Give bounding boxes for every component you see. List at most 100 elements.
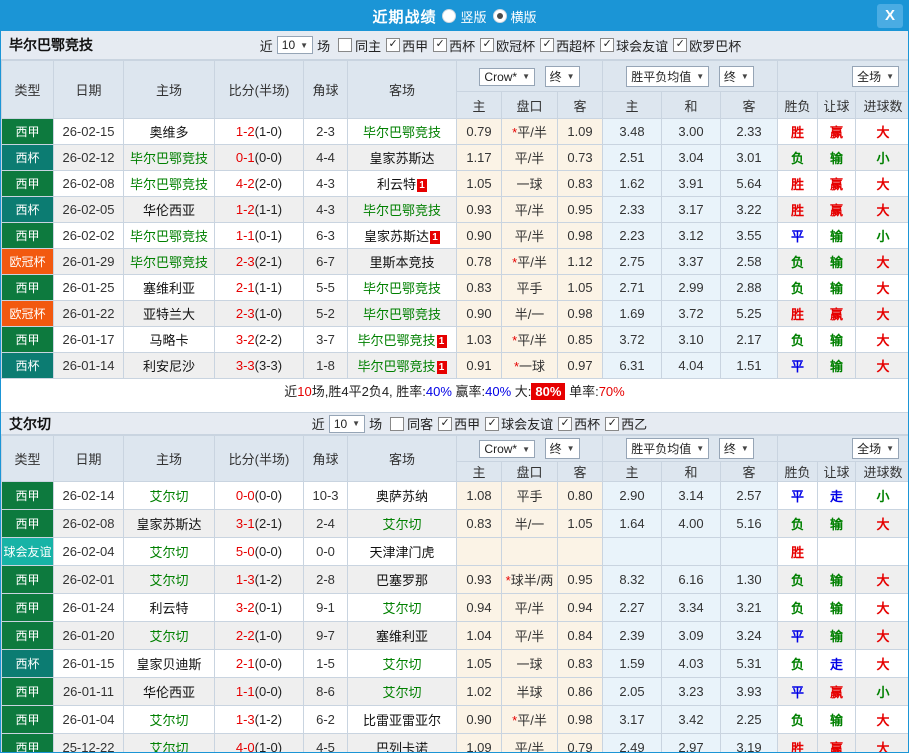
halftime-score: (1-1) <box>254 202 283 217</box>
league-filter-checkbox[interactable]: ✓ <box>480 38 495 52</box>
chevron-down-icon: ▼ <box>566 71 575 81</box>
goals-result-cell: 大 <box>855 593 908 622</box>
mean-away-cell: 3.55 <box>719 222 779 249</box>
near-label: 近 <box>259 38 273 54</box>
mean-home-cell: 3.48 <box>602 118 662 145</box>
home-team-cell: 华伦西亚 <box>123 677 215 706</box>
date-cell: 26-02-05 <box>53 196 124 223</box>
league-filter-checkbox[interactable]: ✓ <box>433 38 448 52</box>
date-cell: 26-01-11 <box>53 677 124 706</box>
team-section-header: 毕尔巴鄂竞技 近 10 ▼ 场 同主 ✓ 西甲 ✓ 西杯 ✓ 欧冠杯 ✓ 西超杯 ✓ 球会友谊 ✓ 欧罗… <box>1 31 908 60</box>
goals-result-cell: 小 <box>855 144 908 171</box>
away-team-name: 毕尔巴鄂竞技 <box>362 125 441 140</box>
horizontal-layout-radio[interactable] <box>492 9 507 23</box>
away-odds-cell: 1.12 <box>557 248 603 275</box>
match-count-select[interactable]: 10 ▼ <box>328 414 366 433</box>
away-team-name: 巴列卡诺 <box>375 741 428 753</box>
vertical-layout-label[interactable]: 竖版 <box>460 7 486 26</box>
league-cell: 西甲 <box>1 481 54 510</box>
home-odds-cell: 0.78 <box>456 248 502 275</box>
league-filter-checkbox[interactable]: ✓ <box>605 416 620 431</box>
handicap-result-cell: 赢 <box>817 170 857 197</box>
away-team-cell: 里斯本竞技 <box>347 248 457 275</box>
league-filter-checkbox[interactable]: ✓ <box>485 416 500 431</box>
odds-company-select[interactable]: Crow* ▼ <box>479 67 536 86</box>
team-name: 毕尔巴鄂竞技 <box>9 37 93 53</box>
league-filter-checkbox[interactable]: ✓ <box>386 38 401 52</box>
league-cell: 西杯 <box>1 649 54 678</box>
scope-select[interactable]: 全场 ▼ <box>852 438 900 459</box>
halftime-score: (0-0) <box>254 684 283 699</box>
date-cell: 26-01-24 <box>53 593 124 622</box>
home-team-name: 利云特 <box>149 601 189 616</box>
league-cell: 西甲 <box>1 565 54 594</box>
odds-dropdown-cell: Crow* ▼ 终 ▼ <box>456 60 603 92</box>
home-team-cell: 毕尔巴鄂竞技 <box>123 248 215 275</box>
league-filter-checkbox[interactable]: ✓ <box>540 38 555 52</box>
result-cell: 平 <box>777 677 819 706</box>
mean-home-cell: 8.32 <box>602 565 662 594</box>
mean-home-cell: 1.64 <box>602 509 662 538</box>
handicap-result-cell: 输 <box>817 565 857 594</box>
vertical-layout-radio[interactable] <box>442 9 457 23</box>
upset-star: * <box>512 125 518 140</box>
mean-time-select[interactable]: 终 ▼ <box>718 438 754 459</box>
upset-star: * <box>512 333 518 348</box>
home-odds-cell: 0.94 <box>456 593 502 622</box>
away-odds-cell: 0.97 <box>557 352 603 379</box>
col-handicap: 盘口 <box>501 461 558 482</box>
close-icon[interactable]: X <box>877 4 903 28</box>
handicap-cell: 半/一 <box>501 509 558 538</box>
handicap-result-cell: 输 <box>817 248 857 275</box>
home-odds-cell: 1.09 <box>456 733 502 752</box>
score-cell: 1-2(1-0) <box>214 118 304 145</box>
mean-away-cell <box>719 537 779 566</box>
recent-matches-table: 类型 日期 主场 比分(半场) 角球 客场 Crow* ▼ 终 ▼ 胜平负均值 ▼ 终… <box>1 435 908 753</box>
match-count-select[interactable]: 10 ▼ <box>276 36 314 54</box>
mean-odds-select[interactable]: 胜平负均值 ▼ <box>626 438 710 459</box>
score-cell: 3-2(0-1) <box>214 593 304 622</box>
home-team-cell: 塞维利亚 <box>123 274 215 301</box>
same-venue-checkbox[interactable] <box>390 416 405 431</box>
odds-company-select[interactable]: Crow* ▼ <box>479 440 536 458</box>
league-filter-checkbox[interactable]: ✓ <box>673 38 688 52</box>
league-filter-group: ✓ 西甲 ✓ 球会友谊 ✓ 西杯 ✓ 西乙 <box>434 414 648 433</box>
same-venue-checkbox[interactable] <box>338 38 353 52</box>
col-odds-away: 客 <box>557 461 603 482</box>
away-team-cell: 毕尔巴鄂竞技 <box>347 196 457 223</box>
home-team-name: 艾尔切 <box>149 489 189 504</box>
odds-time-select[interactable]: 终 ▼ <box>544 65 580 87</box>
mean-odds-select[interactable]: 胜平负均值 ▼ <box>626 65 710 87</box>
away-odds-cell: 0.83 <box>557 170 603 197</box>
handicap-result-cell: 走 <box>817 481 857 510</box>
result-cell: 平 <box>777 621 819 650</box>
mean-draw-cell: 3.91 <box>661 170 721 197</box>
horizontal-layout-label[interactable]: 横版 <box>511 7 537 26</box>
scope-select[interactable]: 全场 ▼ <box>852 65 900 87</box>
date-cell: 25-12-22 <box>53 733 124 752</box>
match-row: 球会友谊 26-02-04 艾尔切 5-0(0-0) 0-0 天津津门虎胜 <box>1 537 908 566</box>
halftime-score: (1-0) <box>254 306 283 321</box>
col-score: 比分(半场) <box>214 60 304 119</box>
col-date: 日期 <box>53 60 124 119</box>
summary-segment: 赢率: <box>451 384 486 399</box>
league-filter-checkbox[interactable]: ✓ <box>558 416 573 431</box>
corner-cell: 5-2 <box>303 300 348 327</box>
home-team-name: 华伦西亚 <box>142 685 195 700</box>
home-team-cell: 艾尔切 <box>123 733 215 752</box>
score-cell: 5-0(0-0) <box>214 537 304 566</box>
league-filter-checkbox[interactable]: ✓ <box>600 38 615 52</box>
mean-home-cell: 2.49 <box>602 733 662 752</box>
fulltime-score: 5-0 <box>235 544 255 559</box>
handicap-cell: *平/半 <box>501 705 558 734</box>
mean-draw-cell: 3.34 <box>661 593 721 622</box>
handicap-result-cell: 输 <box>817 705 857 734</box>
home-odds-cell: 1.08 <box>456 481 502 510</box>
league-filter-checkbox[interactable]: ✓ <box>438 416 453 431</box>
league-filter-label: 西甲 <box>402 38 429 54</box>
league-cell: 西甲 <box>1 677 54 706</box>
mean-away-cell: 2.33 <box>719 118 779 145</box>
mean-time-select[interactable]: 终 ▼ <box>718 65 754 87</box>
odds-time-select[interactable]: 终 ▼ <box>544 438 580 459</box>
date-cell: 26-01-20 <box>53 621 124 650</box>
